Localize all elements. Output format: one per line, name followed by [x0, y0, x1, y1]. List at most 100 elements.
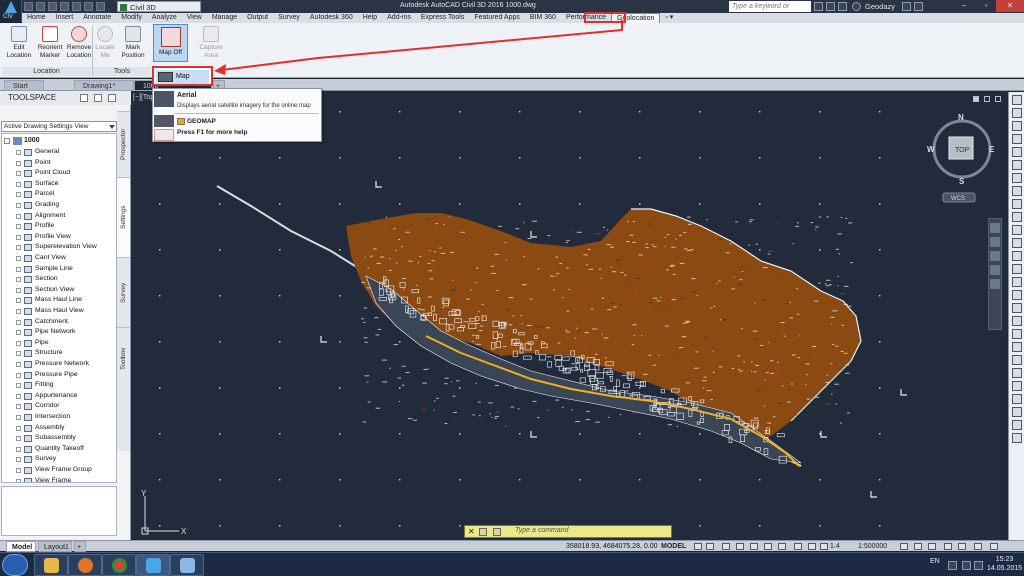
tab-start[interactable]: Start	[4, 80, 44, 91]
subscription-icon[interactable]	[826, 2, 835, 11]
expand-icon[interactable]	[16, 213, 21, 219]
expand-icon[interactable]	[16, 478, 21, 482]
expand-icon[interactable]	[16, 393, 21, 399]
customization-icon[interactable]	[990, 543, 998, 550]
tool-icon[interactable]	[1011, 368, 1022, 378]
edit-location-button[interactable]: Edit Location	[4, 26, 34, 59]
recent-commands-icon[interactable]	[493, 528, 501, 536]
expand-icon[interactable]	[16, 234, 21, 240]
ribbon-tab-analyze[interactable]: Analyze	[147, 13, 182, 23]
tool-icon[interactable]	[1011, 329, 1022, 339]
open-icon[interactable]	[36, 2, 45, 11]
language-indicator[interactable]: EN	[930, 558, 940, 565]
expand-icon[interactable]	[16, 319, 21, 325]
tree-item-sample-line[interactable]: Sample Line	[16, 264, 73, 275]
tool-icon[interactable]	[1011, 121, 1022, 131]
tab-settings[interactable]: Settings	[117, 177, 130, 257]
palette-toggle-icon[interactable]	[94, 94, 102, 102]
tree-item-survey[interactable]: Survey	[16, 454, 56, 465]
expand-icon[interactable]	[16, 468, 21, 473]
orbit-icon[interactable]	[990, 265, 1000, 275]
annotation-scale[interactable]: 1:500000	[858, 543, 887, 550]
tool-icon[interactable]	[1011, 342, 1022, 352]
tree-item-intersection[interactable]: Intersection	[16, 412, 70, 423]
isolate-objects-icon[interactable]	[958, 543, 966, 550]
expand-icon[interactable]	[16, 351, 21, 357]
snap-mode-icon[interactable]	[706, 543, 714, 550]
search-input[interactable]: Type a keyword or phrase	[729, 1, 811, 21]
close-command-line-icon[interactable]: ✕	[468, 527, 475, 536]
expand-icon[interactable]	[16, 203, 21, 208]
remove-location-button[interactable]: Remove Location	[64, 26, 94, 59]
tool-icon[interactable]	[1011, 95, 1022, 105]
tool-icon[interactable]	[1011, 303, 1022, 313]
save-icon[interactable]	[48, 2, 57, 11]
expand-icon[interactable]	[16, 415, 21, 420]
tree-item-catchment[interactable]: Catchment	[16, 317, 68, 328]
tree-item-pipe-network[interactable]: Pipe Network	[16, 327, 75, 338]
restore-button[interactable]: ▫	[975, 0, 997, 12]
viewcube-top[interactable]: TOP	[955, 147, 970, 154]
tool-icon[interactable]	[1011, 199, 1022, 209]
viewport-maximize-icon[interactable]	[984, 96, 990, 102]
tool-icon[interactable]	[1011, 134, 1022, 144]
tab-layout1[interactable]: Layout1	[38, 541, 72, 552]
tree-item-section[interactable]: Section	[16, 274, 58, 285]
tree-item-pipe[interactable]: Pipe	[16, 338, 49, 349]
viewport-close-icon[interactable]	[995, 96, 1001, 102]
expand-icon[interactable]	[16, 446, 21, 452]
tool-icon[interactable]	[1011, 394, 1022, 404]
tree-item-view-frame[interactable]: View Frame	[16, 476, 71, 482]
a360-icon[interactable]	[838, 2, 847, 11]
tool-icon[interactable]	[1011, 212, 1022, 222]
tree-item-corridor[interactable]: Corridor	[16, 401, 60, 412]
tool-icon[interactable]	[1011, 277, 1022, 287]
expand-icon[interactable]	[16, 425, 21, 431]
tree-item-view-frame-group[interactable]: View Frame Group	[16, 465, 92, 476]
clock[interactable]: 15:23 14.05.2015	[987, 555, 1022, 573]
pan-icon[interactable]	[990, 237, 1000, 247]
drawing-canvas[interactable]: Y X TOP N S E W WCS	[131, 91, 1007, 540]
network-icon[interactable]	[962, 561, 971, 570]
ribbon-tab-view[interactable]: View	[182, 13, 207, 23]
compass-e[interactable]: E	[989, 145, 995, 154]
tool-icon[interactable]	[1011, 147, 1022, 157]
object-snap-tracking-icon[interactable]	[764, 543, 772, 550]
minimize-button[interactable]: –	[953, 0, 975, 12]
annotation-scale-value[interactable]: 1.4	[830, 543, 840, 550]
palette-settings-icon[interactable]	[108, 94, 116, 102]
expand-icon[interactable]	[16, 245, 21, 251]
expand-icon[interactable]	[16, 192, 21, 198]
tool-icon[interactable]	[1011, 433, 1022, 443]
tool-icon[interactable]	[1011, 381, 1022, 391]
user-name[interactable]: Geodazy	[865, 2, 895, 11]
palette-option-icon[interactable]	[80, 94, 88, 102]
command-input[interactable]: Type a command	[515, 527, 569, 534]
expand-icon[interactable]	[16, 181, 21, 187]
tree-item-surface[interactable]: Surface	[16, 179, 58, 190]
tree-item-assembly[interactable]: Assembly	[16, 423, 64, 434]
tree-item-general[interactable]: General	[16, 147, 59, 158]
expand-icon[interactable]	[16, 330, 21, 336]
undo-icon[interactable]	[84, 2, 93, 11]
map-aerial-item[interactable]: Map Aerial	[156, 70, 209, 94]
isodraft-icon[interactable]	[750, 543, 758, 550]
grid-display-icon[interactable]	[694, 543, 702, 550]
tree-item-quantity-takeoff[interactable]: Quantity Takeoff	[16, 444, 84, 455]
annotation-visibility-icon[interactable]	[808, 543, 816, 550]
showmotion-icon[interactable]	[990, 279, 1000, 289]
tree-item-superelevation-view[interactable]: Superelevation View	[16, 242, 97, 253]
application-menu-button[interactable]: CIV	[0, 0, 22, 22]
ribbon-tab-modify[interactable]: Modify	[116, 13, 147, 23]
expand-icon[interactable]	[16, 171, 21, 177]
print-icon[interactable]	[72, 2, 81, 11]
tool-icon[interactable]	[1011, 407, 1022, 417]
volume-icon[interactable]	[974, 561, 983, 570]
ribbon-minimize-button[interactable]: ▫ ▾	[660, 13, 678, 23]
tool-icon[interactable]	[1011, 290, 1022, 300]
tree-item-profile[interactable]: Profile	[16, 221, 54, 232]
tool-icon[interactable]	[1011, 108, 1022, 118]
paint-icon[interactable]	[170, 554, 204, 576]
coordinates-readout[interactable]: 358018.93, 4684075.28, 0.00	[566, 543, 657, 550]
tray-arrow-icon[interactable]	[948, 561, 957, 570]
